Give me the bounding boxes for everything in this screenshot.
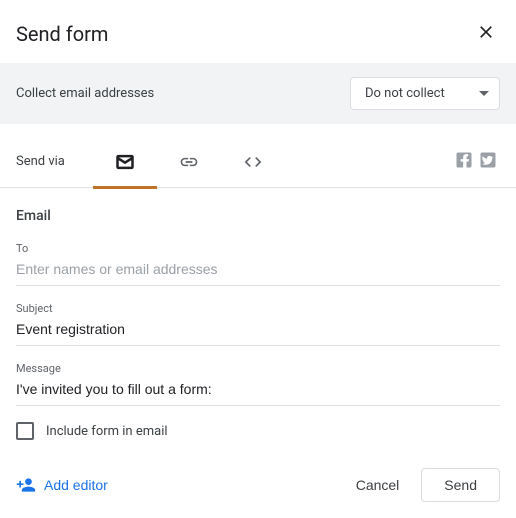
close-icon	[476, 22, 496, 42]
include-form-label: Include form in email	[46, 424, 168, 439]
chevron-down-icon	[479, 89, 489, 99]
tab-link[interactable]	[157, 136, 221, 188]
person-add-icon	[16, 475, 36, 495]
dialog-footer: Add editor Cancel Send	[0, 454, 516, 518]
tab-email[interactable]	[93, 136, 157, 188]
email-section-title: Email	[16, 208, 500, 224]
message-label: Message	[16, 362, 500, 375]
share-twitter-button[interactable]	[476, 150, 500, 173]
message-input[interactable]	[16, 379, 500, 399]
message-field: Message	[16, 362, 500, 406]
add-editor-label: Add editor	[44, 477, 108, 493]
link-icon	[179, 152, 199, 172]
collect-email-bar: Collect email addresses Do not collect	[0, 63, 516, 124]
subject-field: Subject	[16, 302, 500, 346]
close-button[interactable]	[472, 18, 500, 49]
to-field: To	[16, 242, 500, 286]
add-editor-button[interactable]: Add editor	[16, 475, 108, 495]
dialog-header: Send form	[0, 0, 516, 63]
subject-input[interactable]	[16, 319, 500, 339]
email-body: Email To Subject Message Include form in…	[0, 188, 516, 454]
collect-email-label: Collect email addresses	[16, 86, 154, 101]
send-via-row: Send via	[0, 136, 516, 188]
to-label: To	[16, 242, 500, 255]
twitter-icon	[478, 150, 498, 170]
collect-email-dropdown[interactable]: Do not collect	[350, 77, 500, 110]
send-form-dialog: Send form Collect email addresses Do not…	[0, 0, 516, 518]
send-via-label: Send via	[16, 154, 65, 169]
include-form-checkbox[interactable]	[16, 422, 34, 440]
dialog-title: Send form	[16, 22, 108, 46]
cancel-button[interactable]: Cancel	[342, 469, 414, 501]
facebook-icon	[454, 150, 474, 170]
subject-label: Subject	[16, 302, 500, 315]
send-button[interactable]: Send	[421, 468, 500, 502]
code-icon	[243, 152, 263, 172]
include-form-row: Include form in email	[16, 422, 500, 440]
tab-embed[interactable]	[221, 136, 285, 188]
share-facebook-button[interactable]	[452, 150, 476, 173]
to-input[interactable]	[16, 259, 500, 279]
dropdown-selected: Do not collect	[365, 86, 445, 101]
email-icon	[115, 152, 135, 172]
